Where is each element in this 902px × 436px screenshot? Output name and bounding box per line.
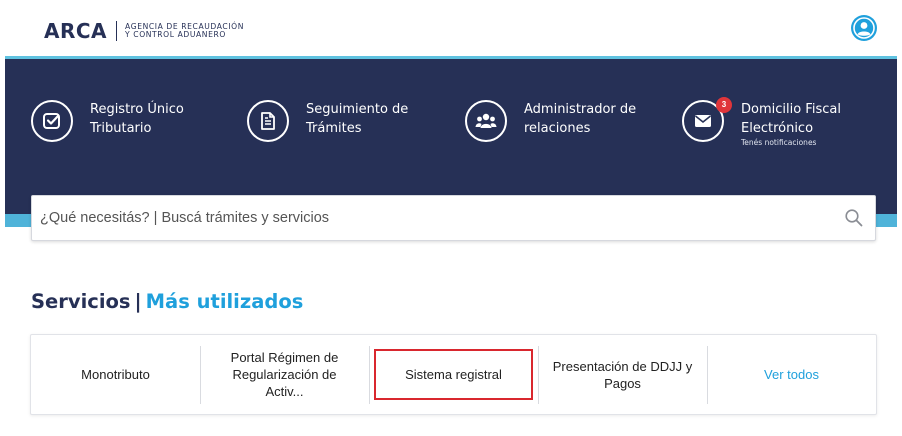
quick-link-line1: Seguimiento de [306, 102, 409, 117]
top-header: ARCA AGENCIA DE RECAUDACIÓN Y CONTROL AD… [0, 0, 902, 56]
service-card-ddjj-pagos[interactable]: Presentación de DDJJ y Pagos [538, 335, 707, 414]
quick-link-domicilio-fiscal-electronico[interactable]: 3 Domicilio Fiscal Electrónico Tenés not… [682, 97, 841, 148]
highlight-box [374, 349, 533, 400]
see-all-link[interactable]: Ver todos [707, 335, 876, 414]
notifications-note: Tenés notificaciones [741, 138, 817, 147]
quick-link-line1: Domicilio Fiscal [741, 102, 841, 117]
quick-link-label: Seguimiento de Trámites [306, 100, 408, 138]
search-bar [31, 195, 876, 241]
user-icon [853, 17, 875, 39]
section-title-main: Servicios [31, 290, 131, 313]
quick-link-line2: Trámites [306, 121, 362, 136]
checkbox-icon [31, 100, 73, 142]
agency-name: AGENCIA DE RECAUDACIÓN Y CONTROL ADUANER… [125, 23, 244, 39]
document-icon [247, 100, 289, 142]
logo-text: ARCA [44, 19, 108, 43]
section-title-subtitle: Más utilizados [145, 290, 304, 313]
agency-line-2: Y CONTROL ADUANERO [125, 30, 226, 39]
quick-link-line1: Registro Único [90, 102, 184, 117]
quick-link-seguimiento-tramites[interactable]: Seguimiento de Trámites [247, 100, 408, 142]
section-title: Servicios | Más utilizados [31, 290, 303, 313]
services-card-row: Monotributo Portal Régimen de Regulariza… [30, 334, 877, 415]
users-icon [465, 100, 507, 142]
service-card-label: Portal Régimen de Regularización de Acti… [230, 350, 339, 399]
quick-link-label: Registro Único Tributario [90, 100, 184, 138]
service-card-portal-regimen[interactable]: Portal Régimen de Regularización de Acti… [200, 335, 369, 414]
user-account-button[interactable] [851, 15, 877, 41]
quick-link-line1: Administrador de [524, 102, 637, 117]
logo-divider [116, 21, 118, 41]
quick-link-line2: Electrónico [741, 121, 814, 136]
quick-link-label: Domicilio Fiscal Electrónico Tenés notif… [741, 100, 841, 148]
search-input[interactable] [32, 196, 830, 240]
see-all-label: Ver todos [764, 367, 819, 382]
quick-link-label: Administrador de relaciones [524, 100, 636, 138]
arca-logo[interactable]: ARCA AGENCIA DE RECAUDACIÓN Y CONTROL AD… [44, 19, 244, 43]
quick-link-administrador-relaciones[interactable]: Administrador de relaciones [465, 100, 636, 142]
service-card-sistema-registral[interactable]: Sistema registral [369, 335, 538, 414]
quick-link-registro-unico-tributario[interactable]: Registro Único Tributario [31, 100, 184, 142]
section-title-separator: | [134, 290, 142, 313]
envelope-icon: 3 [682, 97, 732, 142]
service-card-label: Presentación de DDJJ y Pagos [552, 358, 693, 391]
service-card-label: Monotributo [81, 367, 150, 382]
quick-link-line2: Tributario [90, 121, 152, 136]
service-card-monotributo[interactable]: Monotributo [31, 335, 200, 414]
quick-link-line2: relaciones [524, 121, 591, 136]
search-icon[interactable] [844, 208, 864, 233]
notification-badge: 3 [716, 97, 732, 113]
